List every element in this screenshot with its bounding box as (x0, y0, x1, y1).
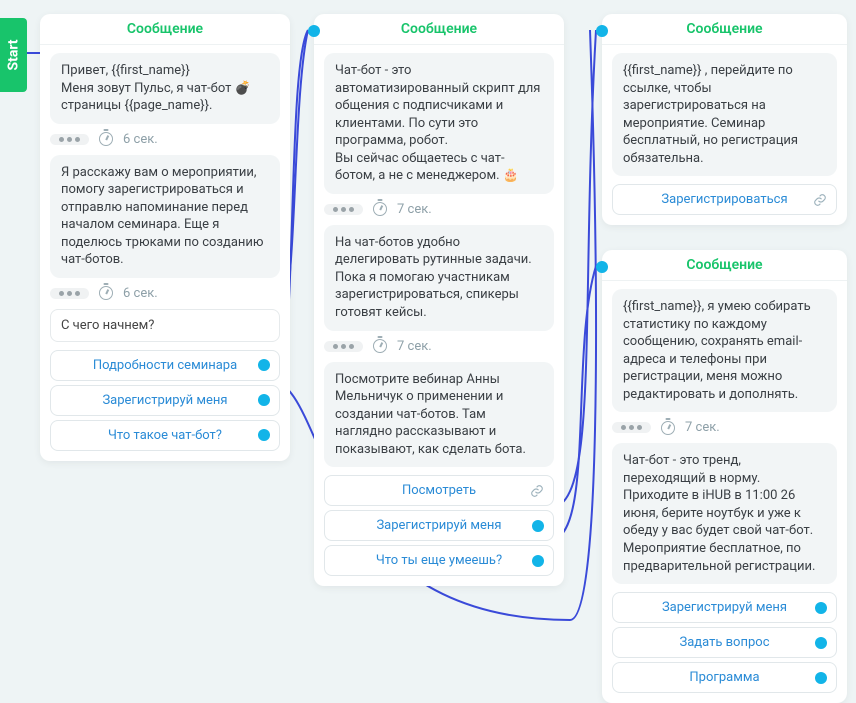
option-button[interactable]: Зарегистрируй меня (612, 592, 837, 623)
message-bubble: Чат-бот - это автоматизированный скрипт … (324, 53, 554, 194)
output-port[interactable] (258, 359, 270, 371)
output-port[interactable] (532, 555, 544, 567)
stopwatch-icon (661, 421, 675, 435)
message-bubble: {{first_name}}, я умею собирать статисти… (612, 289, 837, 412)
output-port[interactable] (815, 602, 827, 614)
option-button[interactable]: Зарегистрироваться (612, 184, 837, 215)
link-icon (530, 484, 544, 498)
option-label: Зарегистрироваться (661, 192, 787, 207)
option-label: Что ты еще умеешь? (376, 553, 502, 568)
card-title: Сообщение (40, 14, 290, 45)
option-button[interactable]: Зарегистрируй меня (50, 385, 280, 416)
option-label: Задать вопрос (679, 635, 769, 650)
start-label: Start (6, 39, 22, 70)
delay-label: 6 сек. (123, 286, 158, 301)
option-button[interactable]: Задать вопрос (612, 627, 837, 658)
option-button[interactable]: Программа (612, 662, 837, 693)
message-bubble: Чат-бот - это тренд, переходящий в норму… (612, 443, 837, 584)
output-port[interactable] (258, 394, 270, 406)
option-button[interactable]: Что ты еще умеешь? (324, 545, 554, 576)
option-label: Зарегистрируй меня (102, 393, 227, 408)
message-bubble: На чат-ботов удобно делегировать рутинны… (324, 225, 554, 331)
output-port[interactable] (815, 672, 827, 684)
delay-label: 7 сек. (397, 339, 432, 354)
output-port[interactable] (815, 637, 827, 649)
delay-row: 6 сек. (50, 132, 280, 147)
input-port[interactable] (308, 25, 320, 37)
node-card-2[interactable]: Сообщение Чат-бот - это автоматизированн… (314, 14, 564, 586)
output-port[interactable] (258, 429, 270, 441)
option-button[interactable]: Посмотреть (324, 475, 554, 506)
message-bubble: Посмотрите вебинар Анны Мельничук о прим… (324, 362, 554, 468)
option-label: Посмотреть (402, 483, 476, 498)
option-label: Что такое чат-бот? (108, 428, 222, 443)
delay-row: 7 сек. (324, 202, 554, 217)
card-title: Сообщение (602, 14, 847, 45)
delay-label: 7 сек. (685, 420, 720, 435)
delay-row: 7 сек. (612, 420, 837, 435)
delay-row: 6 сек. (50, 286, 280, 301)
stopwatch-icon (99, 132, 113, 146)
option-label: Программа (689, 670, 759, 685)
node-card-3[interactable]: Сообщение {{first_name}} , перейдите по … (602, 14, 847, 225)
card-title: Сообщение (602, 250, 847, 281)
input-port[interactable] (596, 25, 608, 37)
message-bubble: {{first_name}} , перейдите по ссылке, чт… (612, 53, 837, 176)
stopwatch-icon (373, 202, 387, 216)
message-bubble: Привет, {{first_name}} Меня зовут Пульс,… (50, 53, 280, 124)
delay-label: 6 сек. (123, 132, 158, 147)
input-port[interactable] (596, 261, 608, 273)
typing-icon (612, 422, 651, 433)
card-title: Сообщение (314, 14, 564, 45)
typing-icon (324, 204, 363, 215)
typing-icon (50, 288, 89, 299)
delay-row: 7 сек. (324, 339, 554, 354)
typing-icon (324, 341, 363, 352)
node-card-4[interactable]: Сообщение {{first_name}}, я умею собират… (602, 250, 847, 703)
output-port[interactable] (532, 520, 544, 532)
option-label: Зарегистрируй меня (376, 518, 501, 533)
option-label: Зарегистрируй меня (662, 600, 787, 615)
link-icon (813, 193, 827, 207)
start-tab[interactable]: Start (0, 18, 27, 92)
typing-icon (50, 134, 89, 145)
stopwatch-icon (373, 339, 387, 353)
delay-label: 7 сек. (397, 202, 432, 217)
node-card-1[interactable]: Сообщение Привет, {{first_name}} Меня зо… (40, 14, 290, 461)
prompt-text: С чего начнем? (50, 309, 280, 342)
message-bubble: Я расскажу вам о мероприятии, помогу зар… (50, 155, 280, 278)
option-label: Подробности семинара (93, 358, 237, 373)
option-button[interactable]: Подробности семинара (50, 350, 280, 381)
option-button[interactable]: Что такое чат-бот? (50, 420, 280, 451)
stopwatch-icon (99, 286, 113, 300)
option-button[interactable]: Зарегистрируй меня (324, 510, 554, 541)
